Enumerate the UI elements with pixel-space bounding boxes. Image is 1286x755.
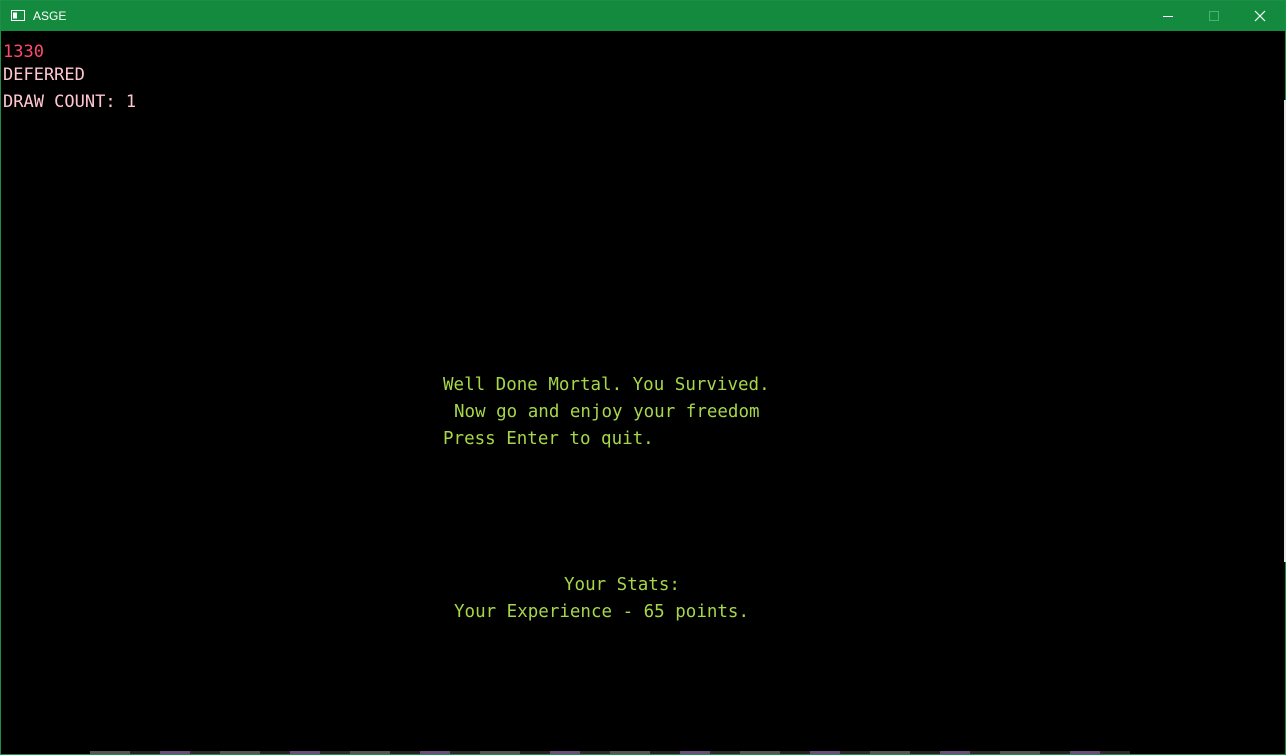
freedom-message: Now go and enjoy your freedom [454, 402, 760, 422]
title-bar[interactable]: ASGE [1, 1, 1285, 31]
quit-instruction: Press Enter to quit. [443, 429, 654, 449]
close-icon [1254, 10, 1266, 22]
minimize-button[interactable] [1145, 1, 1191, 31]
experience-stat: Your Experience - 65 points. [454, 602, 750, 622]
fps-counter: 1330 [3, 42, 44, 62]
game-canvas[interactable]: 1330 DEFERRED DRAW COUNT: 1 Well Done Mo… [1, 31, 1285, 754]
maximize-icon [1209, 11, 1219, 21]
maximize-button[interactable] [1191, 1, 1237, 31]
victory-message: Well Done Mortal. You Survived. [443, 375, 770, 395]
window-title: ASGE [33, 9, 67, 23]
stats-heading: Your Stats: [564, 575, 680, 595]
render-mode-label: DEFERRED [3, 65, 85, 85]
close-button[interactable] [1237, 1, 1283, 31]
draw-count-label: DRAW COUNT: 1 [3, 92, 137, 112]
app-window-icon [11, 10, 25, 21]
game-window: ASGE 1330 DEFERRED DRAW COUNT: 1 Well Do… [0, 0, 1286, 755]
minimize-icon [1163, 16, 1173, 17]
